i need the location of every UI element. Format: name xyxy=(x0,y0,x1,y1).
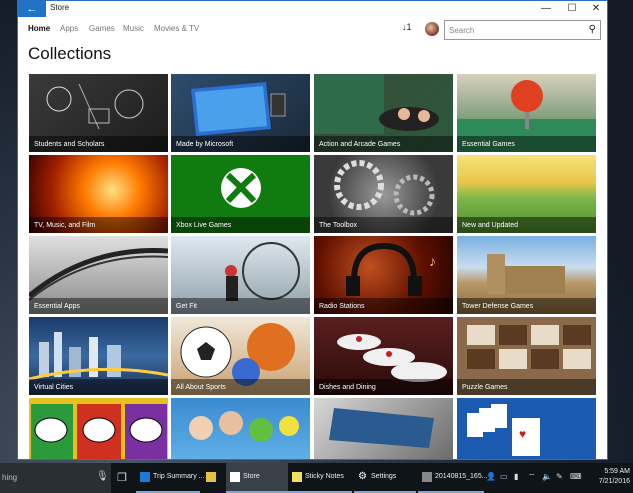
taskbar-search[interactable]: hing 🎙 xyxy=(0,463,111,493)
taskbar-app-label: Trip Summary ... xyxy=(153,473,205,480)
tile-label: The Toolbox xyxy=(319,222,358,229)
maximize-button[interactable]: ☐ xyxy=(559,1,585,17)
tile-label: Xbox Live Games xyxy=(176,222,232,229)
nav-movies-tv[interactable]: Movies & TV xyxy=(154,24,199,33)
nav-apps[interactable]: Apps xyxy=(60,24,78,33)
clock-date: 7/21/2016 xyxy=(598,478,630,485)
keyboard-icon[interactable]: ⌨ xyxy=(570,472,582,481)
microphone-icon[interactable]: 🎙 xyxy=(96,471,109,482)
tile-label: Essential Games xyxy=(462,141,515,148)
tile-label: Students and Scholars xyxy=(34,141,105,148)
search-icon[interactable]: ⚲ xyxy=(589,24,596,35)
tile-comics[interactable] xyxy=(29,398,168,459)
tile-radio-stations[interactable]: ♪ Radio Stations xyxy=(314,236,453,314)
tile-kids-movies[interactable] xyxy=(171,398,310,459)
tile-label: Made by Microsoft xyxy=(176,141,234,148)
taskbar-store[interactable]: Store xyxy=(226,463,288,493)
tile-card-games[interactable]: ♥ xyxy=(457,398,596,459)
tile-the-toolbox[interactable]: The Toolbox xyxy=(314,155,453,233)
tile-label: Get Fit xyxy=(176,303,198,310)
tile-label: Virtual Cities xyxy=(34,384,74,391)
top-nav: Home Apps Games Music Movies & TV ↓1 Sea… xyxy=(18,17,607,43)
search-box[interactable]: Search ⚲ xyxy=(444,20,601,40)
speech-bubble-icon xyxy=(31,404,167,459)
title-bar: ← Store — ☐ ✕ xyxy=(18,1,607,17)
tile-label: New and Updated xyxy=(462,222,519,229)
downloads-button[interactable]: ↓1 xyxy=(402,22,412,32)
network-icon[interactable]: ⌔ xyxy=(528,472,536,482)
cartoon-characters-icon xyxy=(189,411,299,442)
tile-label: All About Sports xyxy=(176,384,226,391)
taskbar: hing 🎙 ❐ Trip Summary ... Store Sticky N… xyxy=(0,463,633,493)
tile-get-fit[interactable]: Get Fit xyxy=(171,236,310,314)
store-icon xyxy=(230,472,240,482)
tile-xbox-live-games[interactable]: Xbox Live Games xyxy=(171,155,310,233)
nav-games[interactable]: Games xyxy=(89,24,115,33)
clock-time: 5:59 AM xyxy=(604,468,630,475)
tablet-icon[interactable]: ▭ xyxy=(500,472,508,481)
nav-home[interactable]: Home xyxy=(28,24,50,33)
window-title: Store xyxy=(50,3,70,12)
tile-label: Action and Arcade Games xyxy=(319,141,401,148)
close-button[interactable]: ✕ xyxy=(583,1,607,17)
nav-music[interactable]: Music xyxy=(123,24,144,33)
volume-icon[interactable]: 🔈 xyxy=(542,472,552,481)
clock[interactable]: 5:59 AM 7/21/2016 xyxy=(596,467,630,487)
svg-text:♪: ♪ xyxy=(429,253,436,269)
edge-icon xyxy=(140,472,150,482)
taskbar-app-label: Settings xyxy=(371,473,397,480)
tile-label: Tower Defense Games xyxy=(462,303,534,310)
tile-essential-apps[interactable]: Essential Apps xyxy=(29,236,168,314)
tile-tv-music-and-film[interactable]: TV, Music, and Film xyxy=(29,155,168,233)
people-icon[interactable]: 👤 xyxy=(486,472,496,481)
tile-label: Dishes and Dining xyxy=(319,384,376,391)
tile-new-and-updated[interactable]: New and Updated xyxy=(457,155,596,233)
tile-puzzle-games[interactable]: Puzzle Games xyxy=(457,317,596,395)
gear-icon: ⚙ xyxy=(358,471,367,482)
taskbar-explorer[interactable] xyxy=(202,463,224,493)
taskbar-photos[interactable]: 20140815_165... xyxy=(418,463,488,493)
tile-action-and-arcade-games[interactable]: Action and Arcade Games xyxy=(314,74,453,152)
tile-laptop[interactable] xyxy=(314,398,453,459)
taskbar-sticky-notes[interactable]: Sticky Notes xyxy=(288,463,352,493)
tile-label: Puzzle Games xyxy=(462,384,508,391)
battery-icon[interactable]: ▮ xyxy=(514,472,518,481)
tile-tower-defense-games[interactable]: Tower Defense Games xyxy=(457,236,596,314)
folder-icon xyxy=(206,472,216,482)
sticky-notes-icon xyxy=(292,472,302,482)
tile-label: Radio Stations xyxy=(319,303,365,310)
taskbar-app-label: Sticky Notes xyxy=(305,473,344,480)
page-title: Collections xyxy=(28,44,112,63)
tile-made-by-microsoft[interactable]: Made by Microsoft xyxy=(171,74,310,152)
taskbar-app-label: Store xyxy=(243,473,260,480)
tile-dishes-and-dining[interactable]: Dishes and Dining xyxy=(314,317,453,395)
tile-label: TV, Music, and Film xyxy=(34,222,96,229)
store-window: ← Store — ☐ ✕ Home Apps Games Music Movi… xyxy=(17,0,608,460)
photo-icon xyxy=(422,472,432,482)
svg-text:♥: ♥ xyxy=(519,427,526,441)
tile-all-about-sports[interactable]: All About Sports xyxy=(171,317,310,395)
tile-essential-games[interactable]: Essential Games xyxy=(457,74,596,152)
laptop-icon xyxy=(329,408,434,448)
playing-cards-icon: ♥ xyxy=(467,404,540,456)
tile-students-and-scholars[interactable]: Students and Scholars xyxy=(29,74,168,152)
search-input[interactable]: Search xyxy=(449,26,474,35)
taskbar-edge[interactable]: Trip Summary ... xyxy=(136,463,204,493)
tile-label: Essential Apps xyxy=(34,303,80,310)
pen-icon[interactable]: ✎ xyxy=(556,472,563,481)
taskbar-search-input[interactable]: hing xyxy=(2,473,17,482)
tile-virtual-cities[interactable]: Virtual Cities xyxy=(29,317,168,395)
task-view-icon[interactable]: ❐ xyxy=(117,471,127,484)
avatar[interactable] xyxy=(425,22,439,36)
minimize-button[interactable]: — xyxy=(533,1,559,17)
back-button[interactable]: ← xyxy=(18,1,46,17)
taskbar-settings[interactable]: ⚙ Settings xyxy=(354,463,416,493)
taskbar-app-label: 20140815_165... xyxy=(435,473,488,480)
